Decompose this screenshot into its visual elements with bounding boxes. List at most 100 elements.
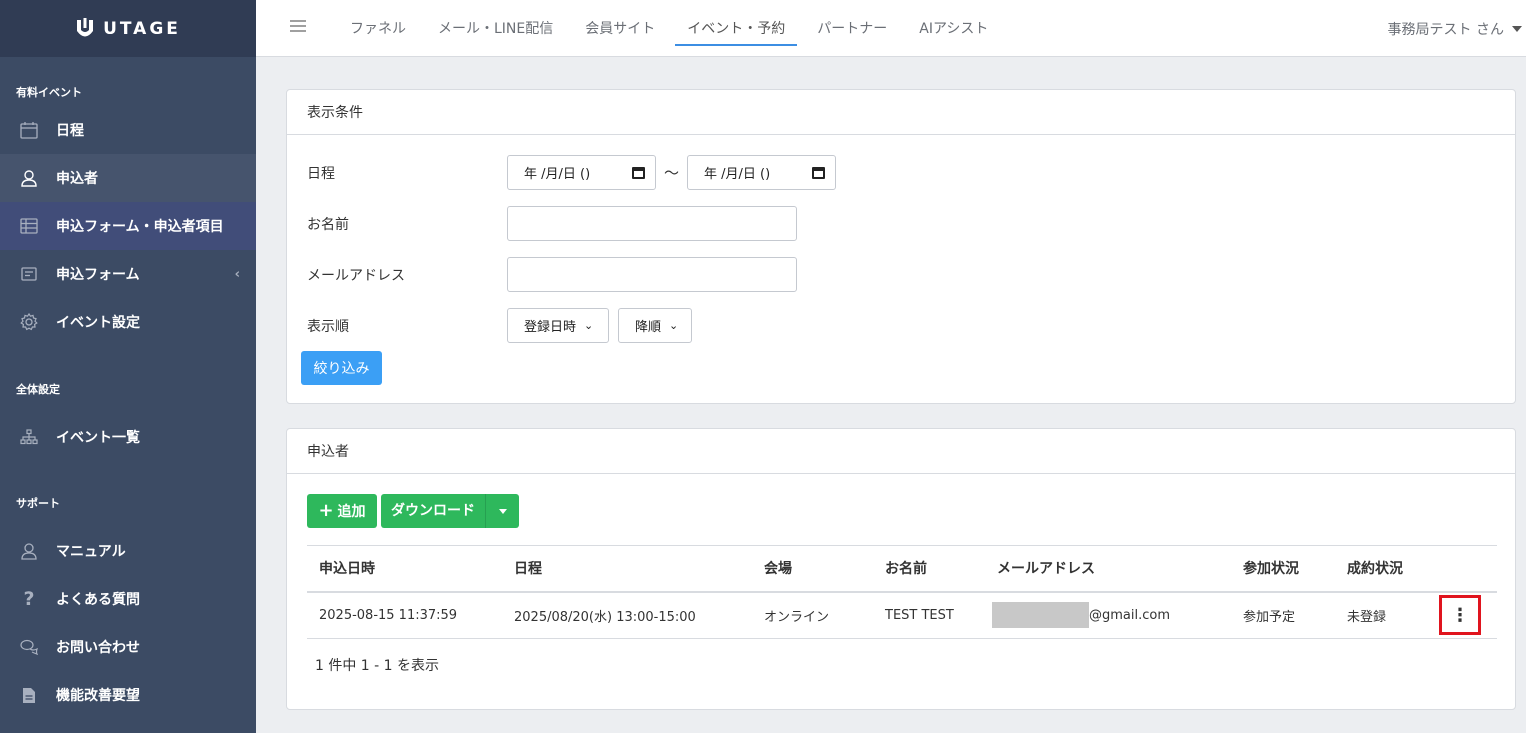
sidebar-item-applicants[interactable]: 申込者 (0, 154, 256, 202)
redacted-email-mask (992, 602, 1089, 629)
date-label: 日程 (307, 165, 335, 182)
date-from-input[interactable]: 年 /月/日 () (507, 155, 656, 190)
col-applied-at[interactable]: 申込日時 (307, 545, 502, 593)
cell-contract: 未登録 (1335, 591, 1439, 639)
sidebar-item-label: 日程 (56, 123, 84, 139)
col-attendance[interactable]: 参加状況 (1231, 545, 1335, 593)
cell-actions: ⋮ (1439, 591, 1497, 639)
sidebar-item-label: イベント一覧 (56, 430, 140, 446)
col-actions (1439, 545, 1497, 593)
sidebar-item-manual[interactable]: マニュアル (0, 527, 256, 575)
form-icon (18, 263, 40, 285)
user-icon (18, 167, 40, 189)
add-button-label: 追加 (337, 504, 366, 520)
top-navbar: ファネル メール・LINE配信 会員サイト イベント・予約 パートナー AIアシ… (256, 0, 1526, 57)
applicants-card: 申込者 + 追加 ダウンロード 申込日時 日程 会場 お名前 メールアドレス 参… (286, 428, 1516, 710)
cell-name: TEST TEST (873, 591, 985, 639)
download-button-group: ダウンロード (381, 494, 519, 528)
add-applicant-button[interactable]: + 追加 (307, 494, 377, 528)
sidebar-item-label: お問い合わせ (56, 640, 140, 656)
order-label: 表示順 (307, 318, 349, 335)
tab-funnel[interactable]: ファネル (334, 0, 422, 57)
applicants-card-title: 申込者 (287, 429, 1515, 474)
sidebar-item-label: 申込フォーム (56, 267, 140, 283)
gear-icon (18, 311, 40, 333)
cell-schedule: 2025/08/20(水) 13:00-15:00 (502, 591, 752, 639)
col-contract[interactable]: 成約状況 (1335, 545, 1439, 593)
chat-icon (18, 636, 40, 658)
sidebar-item-label: 申込者 (56, 171, 98, 187)
plus-icon: + (318, 500, 334, 521)
col-schedule[interactable]: 日程 (502, 545, 752, 593)
download-dropdown-toggle[interactable] (486, 508, 519, 514)
caret-down-icon (498, 508, 507, 514)
question-icon: ? (23, 588, 35, 610)
main-nav-tabs: ファネル メール・LINE配信 会員サイト イベント・予約 パートナー AIアシ… (334, 0, 1004, 57)
user-name: 事務局テスト さん (1387, 21, 1504, 38)
calendar-icon[interactable] (632, 166, 645, 179)
tab-partner[interactable]: パートナー (801, 0, 903, 57)
sitemap-icon (18, 426, 40, 448)
order-field-value: 登録日時 (524, 320, 577, 335)
chevron-down-icon: ⌄ (669, 319, 679, 332)
date-to-placeholder: 年 /月/日 () (704, 167, 771, 182)
tab-events[interactable]: イベント・予約 (671, 0, 801, 57)
section-title-global-settings: 全体設定 (16, 383, 60, 396)
cell-venue: オンライン (752, 591, 873, 639)
col-email[interactable]: メールアドレス (985, 545, 1231, 593)
date-filter-row: 日程 年 /月/日 () 〜 年 /月/日 () (307, 155, 837, 190)
name-input[interactable] (507, 206, 797, 241)
date-from-placeholder: 年 /月/日 () (524, 167, 591, 182)
order-direction-value: 降順 (635, 320, 662, 335)
sidebar-item-label: 申込フォーム・申込者項目 (56, 219, 224, 235)
table-header-row: 申込日時 日程 会場 お名前 メールアドレス 参加状況 成約状況 (307, 545, 1497, 593)
sidebar-item-faq[interactable]: ? よくある質問 (0, 575, 256, 623)
col-venue[interactable]: 会場 (752, 545, 873, 593)
cell-email: @gmail.com (985, 591, 1231, 639)
user-icon (18, 540, 40, 562)
table-row[interactable]: 2025-08-15 11:37:59 2025/08/20(水) 13:00-… (307, 591, 1497, 639)
name-filter-row: お名前 (307, 206, 797, 241)
table-icon (18, 215, 40, 237)
sidebar-item-schedule[interactable]: 日程 (0, 106, 256, 154)
download-button[interactable]: ダウンロード (381, 494, 486, 528)
col-name[interactable]: お名前 (873, 545, 985, 593)
pagination-summary: 1 件中 1 - 1 を表示 (315, 658, 440, 674)
chevron-down-icon: ⌄ (584, 319, 594, 332)
email-input[interactable] (507, 257, 797, 292)
sidebar-item-forms[interactable]: 申込フォーム ‹ (0, 250, 256, 298)
order-direction-select[interactable]: 降順 ⌄ (618, 308, 692, 343)
brand-name: UTAGE (103, 18, 181, 39)
section-title-support: サポート (16, 497, 60, 510)
name-label: お名前 (307, 216, 349, 233)
hamburger-menu-icon[interactable] (290, 19, 306, 37)
filter-submit-button[interactable]: 絞り込み (301, 351, 382, 385)
applicants-table: 申込日時 日程 会場 お名前 メールアドレス 参加状況 成約状況 2025-08… (307, 545, 1497, 639)
cell-attendance: 参加予定 (1231, 591, 1335, 639)
sidebar-item-event-settings[interactable]: イベント設定 (0, 298, 256, 346)
tab-ai-assist[interactable]: AIアシスト (903, 0, 1004, 57)
date-to-input[interactable]: 年 /月/日 () (687, 155, 837, 190)
sidebar-item-label: よくある質問 (56, 592, 140, 608)
order-filter-row: 表示順 登録日時 ⌄ 降順 ⌄ (307, 308, 701, 343)
brand-logo[interactable]: UTAGE (0, 0, 256, 57)
email-filter-row: メールアドレス (307, 257, 797, 292)
chevron-left-icon: ‹ (234, 266, 240, 282)
sidebar-item-feature-request[interactable]: 機能改善要望 (0, 671, 256, 719)
sidebar: UTAGE 有料イベント 日程 申込者 申込フォーム・申込者項目 申込フォーム … (0, 0, 256, 733)
order-field-select[interactable]: 登録日時 ⌄ (507, 308, 609, 343)
sidebar-item-contact[interactable]: お問い合わせ (0, 623, 256, 671)
sidebar-item-label: マニュアル (56, 544, 126, 560)
caret-down-icon (1512, 25, 1522, 32)
sidebar-item-form-fields[interactable]: 申込フォーム・申込者項目 (0, 202, 256, 250)
sidebar-item-label: イベント設定 (56, 315, 140, 331)
tab-member-site[interactable]: 会員サイト (569, 0, 671, 57)
calendar-icon (18, 119, 40, 141)
user-menu[interactable]: 事務局テスト さん (1388, 0, 1522, 57)
row-actions-menu-icon[interactable]: ⋮ (1439, 595, 1481, 636)
sidebar-item-event-list[interactable]: イベント一覧 (0, 413, 256, 461)
filter-card: 表示条件 日程 年 /月/日 () 〜 年 /月/日 () お名前 メールアドレ… (286, 89, 1516, 404)
tab-mail-line[interactable]: メール・LINE配信 (422, 0, 569, 57)
calendar-icon[interactable] (812, 166, 826, 179)
sidebar-item-label: 機能改善要望 (56, 688, 140, 704)
